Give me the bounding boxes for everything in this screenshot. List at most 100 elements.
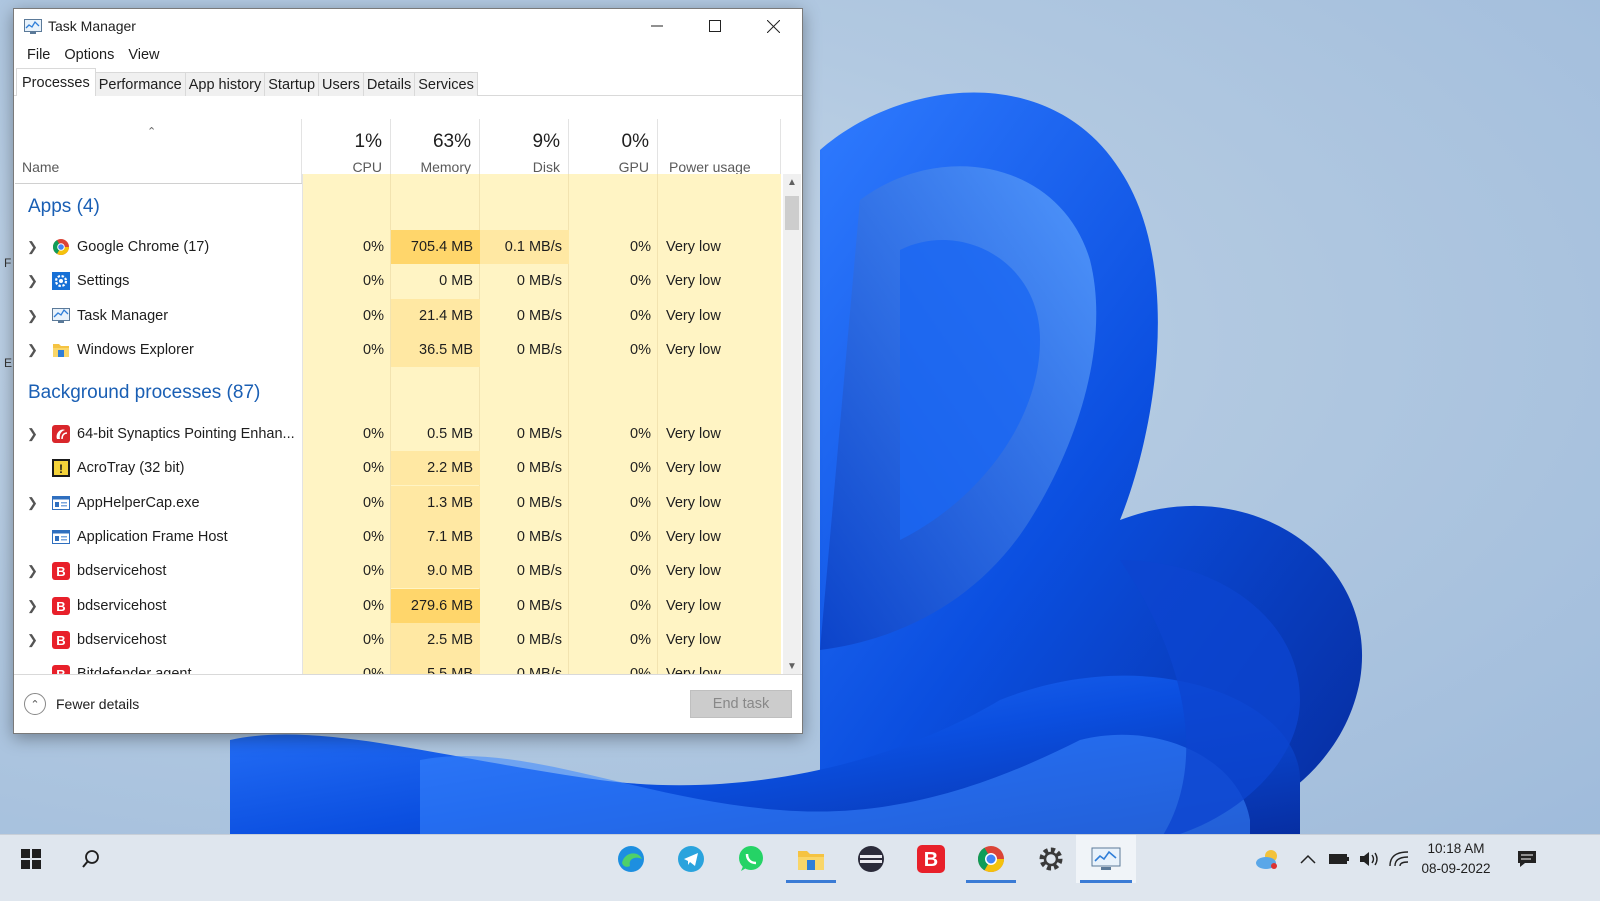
weather-widget[interactable] <box>1254 835 1282 883</box>
notification-center-button[interactable] <box>1516 835 1538 883</box>
acrotray-icon: ! <box>52 459 70 478</box>
minimize-icon <box>651 25 663 27</box>
volume-indicator[interactable] <box>1358 835 1380 883</box>
tab-processes[interactable]: Processes <box>16 68 96 96</box>
svg-text:B: B <box>56 667 65 674</box>
expand-chevron-icon[interactable]: ❯ <box>27 333 38 367</box>
process-row[interactable]: ❯ Bbdservicehost 0% 2.5 MB 0 MB/s 0% Very low <box>15 622 781 657</box>
process-name: Task Manager <box>77 307 169 324</box>
expand-chevron-icon[interactable]: ❯ <box>27 589 38 623</box>
process-row[interactable]: Application Frame Host 0% 7.1 MB 0 MB/s 0% Ve… <box>15 519 781 554</box>
clock[interactable]: 10:18 AM 08-09-2022 <box>1412 839 1500 879</box>
process-row[interactable]: ❯ Bbdservicehost 0% 279.6 MB 0 MB/s 0% Very lo… <box>15 588 781 623</box>
process-row[interactable]: ❯ Windows Explorer 0% 36.5 MB 0 MB/s 0% Very l… <box>15 332 781 367</box>
column-header-label: GPU <box>618 159 649 175</box>
process-gpu: 0% <box>569 657 658 674</box>
process-power-usage: Very low <box>658 657 781 674</box>
process-gpu: 0% <box>630 631 651 648</box>
battery-icon <box>1329 854 1349 864</box>
process-power-usage: Very low <box>666 460 721 477</box>
tab-users[interactable]: Users <box>318 72 364 96</box>
minimize-button[interactable] <box>628 9 686 43</box>
menu-view[interactable]: View <box>121 47 166 63</box>
process-memory: 0 MB <box>439 273 473 290</box>
close-button[interactable] <box>744 9 802 43</box>
process-row[interactable]: ! AcroTray (32 bit) 0% 2.2 MB 0 MB/s 0% Very l… <box>15 451 781 486</box>
tab-performance[interactable]: Performance <box>94 72 186 96</box>
column-header-label: CPU <box>352 159 382 175</box>
group-header-apps[interactable]: Apps (4) <box>28 196 100 218</box>
fewer-details-button[interactable]: ⌃ Fewer details <box>24 693 139 715</box>
process-cpu: 0% <box>363 563 384 580</box>
tab-services[interactable]: Services <box>414 72 478 96</box>
process-cpu: 0% <box>363 597 384 614</box>
process-disk: 0 MB/s <box>516 597 562 614</box>
bitdefender-icon: B <box>52 596 70 615</box>
desktop-edge-glyph: F <box>4 256 12 270</box>
speaker-icon <box>1360 852 1378 866</box>
process-memory: 2.2 MB <box>391 451 480 486</box>
menu-bar: File Options View <box>14 43 802 67</box>
process-power-usage: Very low <box>666 426 721 442</box>
scroll-up-arrow-icon[interactable]: ▲ <box>783 174 801 190</box>
process-cpu: 0% <box>363 631 384 648</box>
disk-total-percent: 9% <box>532 131 560 152</box>
expand-chevron-icon[interactable]: ❯ <box>27 623 38 657</box>
task-manager-window: Task Manager File Options View Processes… <box>13 8 803 734</box>
app-window-icon <box>52 494 70 512</box>
process-row[interactable]: ❯ Settings 0% 0 MB 0 MB/s 0% Very low <box>15 264 781 298</box>
taskbar-telegram[interactable] <box>662 835 720 883</box>
expand-chevron-icon[interactable]: ❯ <box>27 230 38 264</box>
process-gpu: 0% <box>630 341 651 358</box>
start-button[interactable] <box>2 835 60 883</box>
taskbar-media-app[interactable] <box>842 835 900 883</box>
taskbar-task-manager[interactable] <box>1076 835 1136 883</box>
tab-details[interactable]: Details <box>362 72 416 96</box>
search-button[interactable] <box>62 835 120 883</box>
expand-chevron-icon[interactable]: ❯ <box>27 554 38 588</box>
taskbar-settings[interactable] <box>1022 835 1080 883</box>
tab-app-history[interactable]: App history <box>184 72 266 96</box>
show-hidden-icons-button[interactable] <box>1300 835 1316 883</box>
bitdefender-icon: B <box>52 630 70 649</box>
chevron-up-icon: ⌃ <box>24 693 46 715</box>
taskbar-chrome[interactable] <box>962 835 1020 883</box>
tab-startup[interactable]: Startup <box>264 72 320 96</box>
vertical-scrollbar[interactable]: ▲ ▼ <box>783 174 801 674</box>
process-power-usage: Very low <box>666 307 721 324</box>
expand-chevron-icon[interactable]: ❯ <box>27 486 38 520</box>
maximize-button[interactable] <box>686 9 744 43</box>
process-cpu: 0% <box>302 657 391 674</box>
process-row[interactable]: ❯ AppHelperCap.exe 0% 1.3 MB 0 MB/s 0% Very lo… <box>15 485 781 520</box>
taskbar: B 10:18 AM 08-09-2022 <box>0 834 1600 901</box>
expand-chevron-icon[interactable]: ❯ <box>27 264 38 298</box>
process-disk: 0 MB/s <box>480 657 569 674</box>
taskbar-bitdefender[interactable]: B <box>902 835 960 883</box>
taskbar-whatsapp[interactable] <box>722 835 780 883</box>
title-bar[interactable]: Task Manager <box>14 9 802 43</box>
process-name: bdservicehost <box>77 597 167 614</box>
expand-chevron-icon[interactable]: ❯ <box>27 417 38 451</box>
group-header-background[interactable]: Background processes (87) <box>28 382 260 404</box>
footer-bar: ⌃ Fewer details End task <box>14 674 802 733</box>
menu-options[interactable]: Options <box>57 47 121 63</box>
battery-indicator[interactable] <box>1328 835 1350 883</box>
end-task-button[interactable]: End task <box>690 690 792 718</box>
process-row[interactable]: ❯ Google Chrome (17) 0% 705.4 MB 0.1 MB/s 0% V… <box>15 230 781 264</box>
process-row[interactable]: ❯ Task Manager 0% 21.4 MB 0 MB/s 0% Very low <box>15 298 781 333</box>
taskbar-file-explorer[interactable] <box>782 835 840 883</box>
process-disk: 0 MB/s <box>516 494 562 511</box>
scroll-thumb[interactable] <box>785 196 799 230</box>
network-indicator[interactable] <box>1388 835 1410 883</box>
process-row[interactable]: ❯ 64-bit Synaptics Pointing Enhan... 0% 0.5… <box>15 417 781 451</box>
scroll-down-arrow-icon[interactable]: ▼ <box>783 658 801 674</box>
menu-file[interactable]: File <box>20 47 57 63</box>
process-memory: 5.5 MB <box>391 657 480 674</box>
process-name: Bitdefender agent <box>77 657 191 674</box>
process-row[interactable]: ❯ Bbdservicehost 0% 9.0 MB 0 MB/s 0% Very low <box>15 554 781 589</box>
process-row[interactable]: BBitdefender agent0%5.5 MB0 MB/s0%Very l… <box>15 657 781 674</box>
expand-chevron-icon[interactable]: ❯ <box>27 299 38 333</box>
process-memory: 0.5 MB <box>427 426 473 442</box>
taskbar-edge[interactable] <box>602 835 660 883</box>
process-disk: 0 MB/s <box>516 307 562 324</box>
